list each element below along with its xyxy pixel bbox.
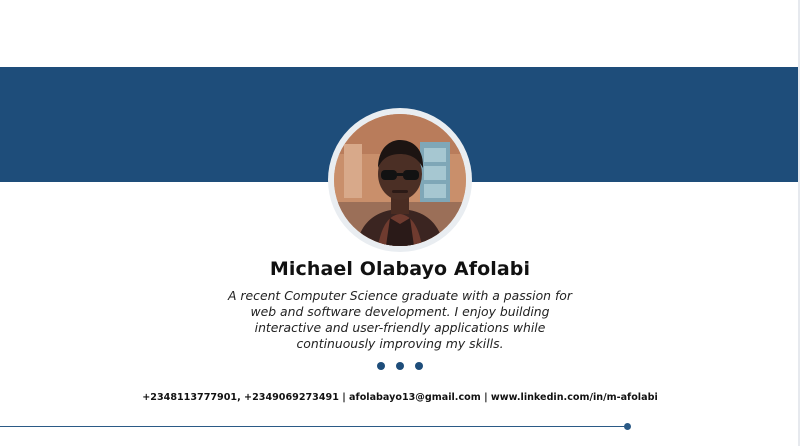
dot-icon [415,362,423,370]
profile-bio: A recent Computer Science graduate with … [228,288,572,351]
avatar-photo [334,114,466,246]
line-end-dot-icon [624,423,631,430]
contact-info: +2348113777901, +2349069273491 | afolaba… [142,392,658,403]
profile-name: Michael Olabayo Afolabi [269,258,531,280]
avatar [334,114,466,246]
dot-icon [396,362,404,370]
dot-icon [377,362,385,370]
footer-divider [0,426,628,427]
top-whitespace [0,0,800,67]
three-dots-icon [371,362,431,372]
